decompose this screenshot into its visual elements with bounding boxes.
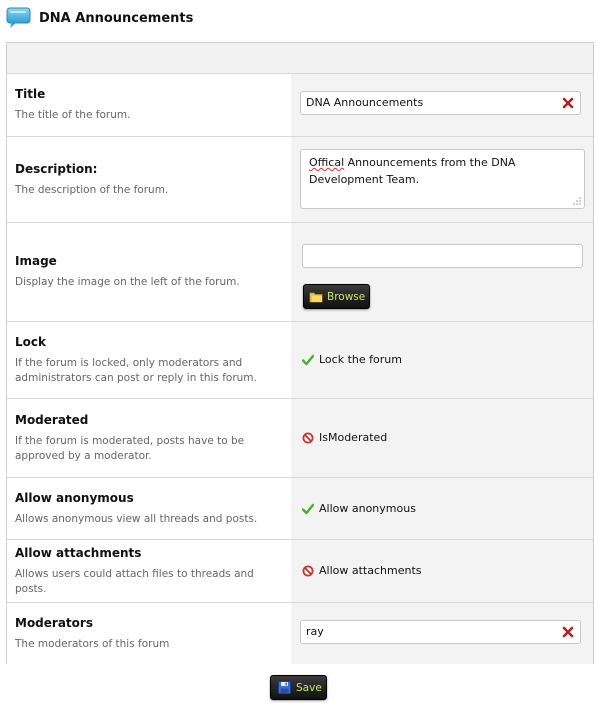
- folder-icon: [309, 292, 323, 302]
- description-label: Description:: [15, 161, 98, 176]
- attachments-option-label: Allow attachments: [319, 564, 422, 577]
- attachments-label: Allow attachments: [15, 545, 142, 560]
- clear-moderators-close-icon[interactable]: [562, 626, 574, 638]
- title-input[interactable]: DNA Announcements: [300, 91, 581, 115]
- description-description: The description of the forum.: [15, 183, 169, 196]
- image-path-input[interactable]: [302, 244, 583, 268]
- speech-bubble-icon: [6, 7, 31, 28]
- row-lock: Lock If the forum is locked, only modera…: [7, 322, 593, 399]
- row-title: Title The title of the forum. DNA Announ…: [7, 74, 593, 137]
- moderated-toggle[interactable]: IsModerated: [302, 431, 387, 444]
- image-label: Image: [15, 254, 57, 268]
- save-label: Save: [296, 681, 322, 694]
- resize-grip-icon[interactable]: [573, 197, 581, 205]
- lock-description: If the forum is locked, only moderators …: [15, 356, 257, 384]
- clear-title-close-icon[interactable]: [562, 97, 574, 109]
- panel-header-bar: [7, 43, 593, 74]
- moderators-input[interactable]: ray: [300, 620, 581, 644]
- title-input-value: DNA Announcements: [306, 96, 424, 109]
- anonymous-option-label: Allow anonymous: [319, 502, 416, 515]
- moderated-option-label: IsModerated: [319, 431, 388, 444]
- forum-settings-panel: Title The title of the forum. DNA Announ…: [6, 42, 594, 664]
- row-moderated: Moderated If the forum is moderated, pos…: [7, 399, 593, 478]
- row-moderators: Moderators The moderators of this forum …: [7, 603, 593, 664]
- title-description: The title of the forum.: [15, 109, 131, 121]
- page-header: DNA Announcements: [6, 5, 193, 31]
- lock-label: Lock: [15, 334, 46, 349]
- attachments-toggle[interactable]: Allow attachments: [302, 564, 422, 577]
- check-icon: [302, 503, 314, 514]
- moderated-description: If the forum is moderated, posts have to…: [15, 434, 245, 462]
- no-entry-icon: [302, 432, 314, 443]
- browse-label: Browse: [327, 290, 366, 303]
- check-icon: [302, 354, 314, 365]
- anonymous-toggle[interactable]: Allow anonymous: [302, 502, 416, 515]
- attachments-description: Allows users could attach files to threa…: [15, 567, 254, 595]
- moderators-description: The moderators of this forum: [15, 637, 170, 650]
- description-textarea[interactable]: Offical Announcements from the DNA Devel…: [300, 149, 585, 209]
- row-attachments: Allow attachments Allows users could att…: [7, 540, 593, 603]
- misspelled-word: Offical: [309, 156, 345, 169]
- page-title: DNA Announcements: [39, 10, 194, 26]
- no-entry-icon: [302, 565, 314, 576]
- lock-toggle[interactable]: Lock the forum: [302, 353, 402, 366]
- save-button[interactable]: Save: [270, 675, 327, 700]
- lock-option-label: Lock the forum: [319, 353, 402, 366]
- row-image: Image Display the image on the left of t…: [7, 223, 593, 322]
- moderators-input-value: ray: [306, 625, 324, 638]
- row-anonymous: Allow anonymous Allows anonymous view al…: [7, 478, 593, 540]
- browse-button[interactable]: Browse: [303, 284, 370, 309]
- title-label: Title: [15, 87, 46, 101]
- moderated-label: Moderated: [15, 412, 89, 427]
- image-description: Display the image on the left of the for…: [15, 276, 240, 288]
- moderators-label: Moderators: [15, 615, 93, 630]
- floppy-disk-icon: [278, 681, 291, 694]
- anonymous-label: Allow anonymous: [15, 490, 134, 505]
- anonymous-description: Allows anonymous view all threads and po…: [15, 512, 258, 525]
- row-description: Description: The description of the foru…: [7, 137, 593, 223]
